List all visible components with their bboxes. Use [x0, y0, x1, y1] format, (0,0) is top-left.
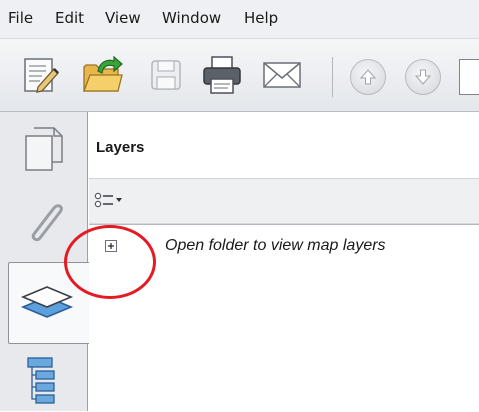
attachments-tab[interactable] — [10, 188, 78, 256]
expand-toggle[interactable] — [105, 240, 117, 252]
tree-item[interactable]: Open folder to view map layers — [89, 225, 479, 267]
tree-item-label: Open folder to view map layers — [165, 237, 386, 254]
menu-help[interactable]: Help — [244, 9, 278, 27]
menu-view[interactable]: View — [105, 9, 141, 27]
next-page-button[interactable] — [405, 59, 441, 95]
layers-tab[interactable] — [8, 262, 90, 344]
print-button[interactable] — [198, 51, 246, 99]
model-tree-tab[interactable] — [10, 344, 78, 412]
layers-icon — [20, 286, 74, 318]
panel-header: Layers — [89, 112, 479, 179]
save-icon — [151, 60, 181, 90]
print-icon — [203, 56, 241, 94]
edit-document-button[interactable] — [16, 51, 64, 99]
options-list-icon — [94, 192, 122, 208]
plus-icon — [108, 243, 114, 249]
pages-icon — [25, 127, 63, 171]
email-button[interactable] — [258, 51, 306, 99]
layers-tree: Open folder to view map layers — [89, 224, 479, 412]
email-icon — [263, 62, 301, 88]
toolbar — [0, 39, 479, 112]
model-tree-icon — [27, 357, 55, 404]
layers-panel: Layers Open folder to view map layers — [89, 112, 479, 412]
attachments-icon — [31, 204, 63, 242]
open-folder-button[interactable] — [78, 51, 126, 99]
pages-tab[interactable] — [10, 118, 78, 186]
toolbar-separator — [332, 57, 333, 97]
menu-file[interactable]: File — [8, 9, 33, 27]
menu-window[interactable]: Window — [162, 9, 221, 27]
page-number-input[interactable] — [459, 59, 479, 95]
previous-page-button[interactable] — [350, 59, 386, 95]
options-menu-button[interactable] — [91, 189, 131, 213]
menu-bar: File Edit View Window Help — [0, 0, 479, 39]
navigation-pane — [0, 112, 90, 412]
save-button[interactable] — [142, 51, 190, 99]
previous-page-icon — [359, 69, 377, 85]
next-page-icon — [414, 69, 432, 85]
edit-document-icon — [24, 58, 59, 93]
panel-toolbar — [89, 179, 479, 224]
open-folder-icon — [83, 55, 123, 92]
menu-edit[interactable]: Edit — [55, 9, 84, 27]
panel-title: Layers — [96, 139, 145, 156]
